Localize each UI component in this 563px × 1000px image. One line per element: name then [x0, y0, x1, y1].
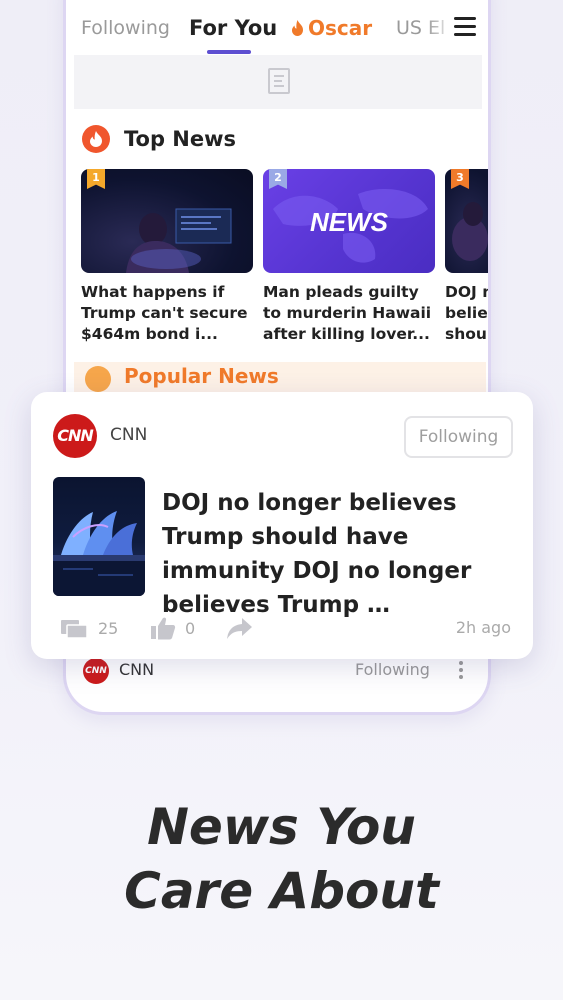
tab-oscar-label: Oscar	[308, 16, 373, 40]
tab-for-you[interactable]: For You	[189, 0, 277, 54]
cnn-logo-small: CNN	[83, 658, 109, 684]
hacker-illustration	[126, 208, 232, 273]
fire-icon	[82, 125, 110, 153]
tagline-line-2: Care About	[124, 862, 439, 920]
engagement-bar: 25 0	[61, 616, 511, 642]
card-1-title: What happens if Trump can't secure $464m…	[81, 283, 248, 343]
share-icon[interactable]	[227, 618, 253, 640]
featured-source[interactable]: CNN	[110, 425, 147, 445]
top-news-card-1[interactable]: 1 What happens if Trump can't secure $46…	[81, 169, 253, 345]
cnn-logo: CNN	[53, 414, 97, 458]
popular-news-title: Popular News	[124, 364, 279, 388]
like-count: 0	[185, 619, 196, 638]
tagline-line-1: News You	[147, 798, 416, 856]
featured-image	[53, 477, 145, 596]
next-item-source: CNN	[119, 660, 155, 679]
menu-icon[interactable]	[454, 17, 476, 36]
more-options-icon[interactable]	[459, 661, 463, 682]
following-button[interactable]: Following	[404, 416, 513, 458]
next-item-follow-button[interactable]: Following	[355, 660, 430, 679]
timestamp: 2h ago	[455, 618, 511, 637]
opera-house-illustration	[53, 511, 145, 596]
comment-count: 25	[98, 619, 119, 638]
card-3-image: 3	[445, 169, 488, 273]
document-icon	[268, 68, 290, 94]
top-news-card-3[interactable]: 3 DOJ n belie shou	[445, 169, 491, 345]
flame-icon	[292, 20, 303, 36]
featured-news-card[interactable]: CNN CNN Following DOJ no longer believes…	[31, 392, 533, 659]
top-news-title: Top News	[124, 127, 237, 151]
card-1-image: 1	[81, 169, 253, 273]
tab-oscar[interactable]: Oscar	[291, 0, 372, 50]
world-map-graphic: NEWS	[273, 189, 428, 263]
news-image-text: NEWS	[310, 207, 389, 237]
top-news-card-2[interactable]: NEWS 2 Man pleads guilty to murderin Haw…	[263, 169, 435, 345]
like-icon[interactable]	[150, 616, 176, 640]
featured-headline[interactable]: DOJ no longer believes Trump should have…	[162, 486, 518, 622]
tab-following[interactable]: Following	[81, 0, 170, 50]
ad-banner[interactable]	[74, 55, 482, 109]
card-2-image: NEWS 2	[263, 169, 435, 273]
card-2-title: Man pleads guilty to murderin Hawaii aft…	[263, 283, 432, 343]
card-3-title: DOJ n belie shou	[445, 283, 491, 343]
popular-icon	[85, 366, 111, 392]
comment-icon[interactable]	[61, 617, 89, 641]
category-tabs: Following For You Oscar US El	[66, 0, 488, 54]
tabs-fade	[426, 0, 456, 44]
promo-tagline: News You Care About	[0, 795, 563, 923]
